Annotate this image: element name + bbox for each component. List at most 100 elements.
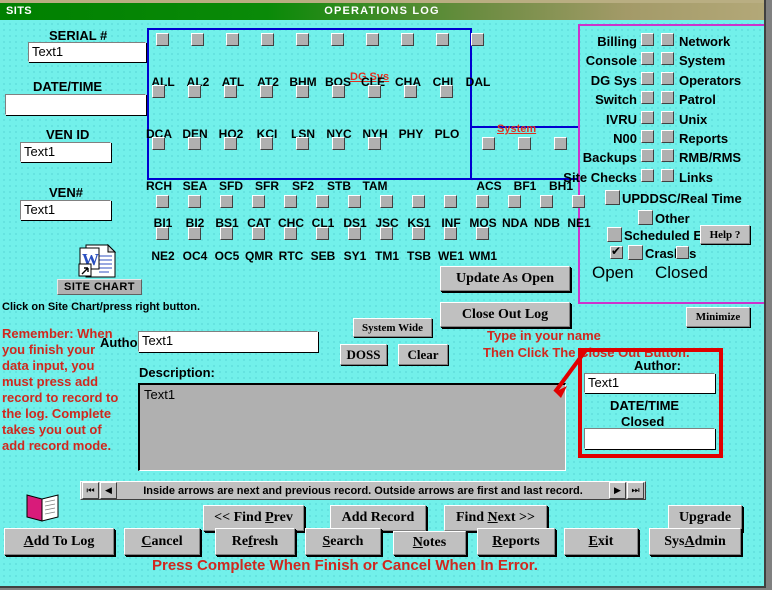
category-label-patrol: Patrol (679, 92, 716, 107)
search-button[interactable]: Search (305, 528, 381, 555)
open-book-icon[interactable] (24, 490, 64, 524)
category-label-backups: Backups (582, 150, 637, 165)
title-bar[interactable]: SITS OPERATIONS LOG (0, 3, 764, 20)
site-label-we1: WE1 (437, 249, 464, 263)
category-checkbox-billing[interactable] (641, 33, 654, 46)
site-checkbox-ks1[interactable] (412, 195, 425, 208)
add-to-log-button[interactable]: Add To Log (4, 528, 114, 555)
update-as-open-label: Update As Open (455, 270, 555, 286)
clear-button[interactable]: Clear (398, 344, 448, 365)
site-checkbox-qmr[interactable] (252, 227, 265, 240)
reminder-line-3: data input, you (2, 358, 95, 373)
site-label-seb: SEB (310, 249, 336, 263)
doss-button[interactable]: DOSS (340, 344, 387, 365)
category-label-operators: Operators (679, 73, 742, 88)
word-document-shortcut-icon[interactable]: W (78, 243, 118, 278)
closeout-datetime-input[interactable] (584, 428, 715, 449)
site-label-ne1: NE1 (567, 216, 591, 230)
category-checkbox-site-checks[interactable] (641, 169, 654, 182)
category-checkbox-switch[interactable] (641, 91, 654, 104)
site-checkbox-tm1[interactable] (380, 227, 393, 240)
site-label-wm1: WM1 (469, 249, 497, 263)
site-checkbox-chc[interactable] (284, 195, 297, 208)
refresh-button[interactable]: Refresh (215, 528, 295, 555)
category-checkbox-links[interactable] (661, 169, 674, 182)
site-checkbox-we1[interactable] (444, 227, 457, 240)
site-checkbox-inf[interactable] (444, 195, 457, 208)
closed-checkbox[interactable] (676, 246, 689, 259)
first-record-icon[interactable]: ⏮ (82, 482, 99, 499)
site-checkbox-bi2[interactable] (188, 195, 201, 208)
update-as-open-button[interactable]: Update As Open (440, 266, 570, 291)
category-checkbox-reports[interactable] (661, 130, 674, 143)
category-checkbox-unix[interactable] (661, 111, 674, 124)
category-checkbox-system[interactable] (661, 52, 674, 65)
exit-button[interactable]: Exit (564, 528, 638, 555)
category-checkbox-crashes[interactable] (628, 245, 643, 260)
category-checkbox-rmb-rms[interactable] (661, 149, 674, 162)
closeout-author-input[interactable]: Text1 (584, 373, 715, 393)
category-label-site-checks: Site Checks (563, 170, 637, 185)
minimize-button[interactable]: Minimize (686, 307, 750, 327)
previous-record-icon[interactable]: ◀ (100, 482, 117, 499)
site-checkbox-bi1[interactable] (156, 195, 169, 208)
close-out-log-button[interactable]: Close Out Log (440, 302, 570, 327)
upgrade-label: Upgrade (678, 510, 732, 525)
system-wide-button[interactable]: System Wide (353, 318, 432, 337)
site-checkbox-rtc[interactable] (284, 227, 297, 240)
notes-button[interactable]: Notes (393, 531, 466, 555)
vennum-input[interactable]: Text1 (20, 200, 111, 220)
category-checkbox-scheduled-event[interactable] (607, 227, 622, 242)
site-checkbox-oc5[interactable] (220, 227, 233, 240)
site-checkbox-wm1[interactable] (476, 227, 489, 240)
category-label-reports: Reports (679, 131, 729, 146)
category-checkbox-other[interactable] (638, 210, 653, 225)
last-record-icon[interactable]: ⏭ (627, 482, 644, 499)
reminder-line-1: Remember: When (2, 326, 113, 341)
next-record-icon[interactable]: ▶ (609, 482, 626, 499)
site-checkbox-mos[interactable] (476, 195, 489, 208)
author-input[interactable]: Text1 (138, 331, 318, 352)
category-checkbox-console[interactable] (641, 52, 654, 65)
category-label-ivru: IVRU (605, 112, 637, 127)
site-checkbox-ne1[interactable] (572, 195, 585, 208)
site-checkbox-jsc[interactable] (380, 195, 393, 208)
site-checkbox-cl1[interactable] (316, 195, 329, 208)
category-checkbox-upddsc-real-time[interactable] (605, 190, 620, 205)
help-button-label: Help ? (709, 228, 741, 241)
site-checkbox-seb[interactable] (316, 227, 329, 240)
category-checkbox-n00[interactable] (641, 130, 654, 143)
reports-label: Reports (492, 533, 540, 549)
category-checkbox-backups[interactable] (641, 149, 654, 162)
category-checkbox-patrol[interactable] (661, 91, 674, 104)
site-chart-button[interactable]: SITE CHART (57, 279, 142, 295)
site-checkbox-oc4[interactable] (188, 227, 201, 240)
sysadmin-label: SysAdmin (664, 533, 726, 549)
help-button[interactable]: Help ? (700, 225, 750, 244)
site-label-ne2: NE2 (151, 249, 175, 263)
closeout-datetime-label-1: DATE/TIME (610, 398, 680, 413)
open-checkbox[interactable] (610, 244, 623, 259)
reports-button[interactable]: Reports (477, 528, 555, 555)
site-label-oc5: OC5 (214, 249, 240, 263)
site-checkbox-sy1[interactable] (348, 227, 361, 240)
site-checkbox-bs1[interactable] (220, 195, 233, 208)
site-chart-hint: Click on Site Chart/press right button. (2, 301, 201, 313)
site-checkbox-nda[interactable] (508, 195, 521, 208)
site-checkbox-ndb[interactable] (540, 195, 553, 208)
site-checkbox-tsb[interactable] (412, 227, 425, 240)
description-textarea[interactable]: Text1 (138, 383, 566, 471)
record-navigation-bar[interactable]: ⏮ ◀ Inside arrows are next and previous … (80, 481, 646, 500)
category-checkbox-operators[interactable] (661, 72, 674, 85)
category-checkbox-ivru[interactable] (641, 111, 654, 124)
site-checkbox-cat[interactable] (252, 195, 265, 208)
site-checkbox-ds1[interactable] (348, 195, 361, 208)
category-checkbox-dg-sys[interactable] (641, 72, 654, 85)
reminder-line-2: you finish your (2, 342, 96, 357)
site-checkbox-ne2[interactable] (156, 227, 169, 240)
cancel-button[interactable]: Cancel (124, 528, 200, 555)
doss-label: DOSS (346, 346, 381, 362)
category-checkbox-network[interactable] (661, 33, 674, 46)
sysadmin-button[interactable]: SysAdmin (649, 528, 741, 555)
operations-log-window: SITS OPERATIONS LOG SERIAL # Text1 DATE/… (0, 0, 772, 590)
